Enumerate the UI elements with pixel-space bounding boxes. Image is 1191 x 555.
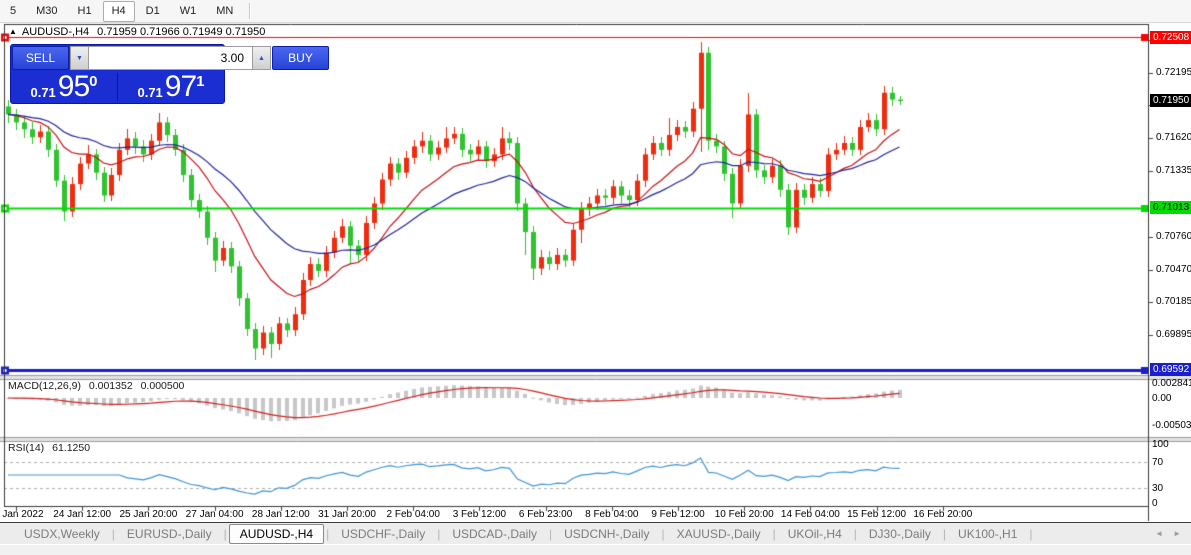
tab-separator: | [549,527,552,541]
tab-separator: | [854,527,857,541]
price-tick-label: 0.72195 [1156,67,1191,78]
symbol-tab-usdx[interactable]: USDX,Weekly [14,525,110,543]
chart-title: ▲ AUDUSD-,H4 0.71959 0.71966 0.71949 0.7… [9,26,265,38]
rsi-axis-label: 0 [1152,498,1158,509]
buy-price[interactable]: 0.71 97 1 [118,71,224,103]
price-tick-label: 0.70760 [1156,231,1191,242]
time-axis-label: 3 Feb 12:00 [453,509,506,520]
rsi-label-row: RSI(14) 61.1250 [8,442,95,454]
tabs-scroll-right-icon[interactable]: ► [1173,529,1181,538]
macd-axis-label: 0.002841 [1152,378,1191,389]
sell-price[interactable]: 0.71 95 0 [11,71,117,103]
timeframe-button-h4[interactable]: H4 [103,1,135,22]
time-axis-label: 27 Jan 04:00 [186,509,244,520]
time-axis-label: 8 Feb 04:00 [585,509,638,520]
price-badge: 0.71013 [1150,201,1191,214]
time-axis-label: 10 Feb 20:00 [715,509,774,520]
symbol-tab-dj30[interactable]: DJ30-,Daily [859,525,941,543]
tab-separator: | [943,527,946,541]
rsi-axis-label: 70 [1152,457,1163,468]
symbol-tab-usdcnh[interactable]: USDCNH-,Daily [554,525,659,543]
buy-price-pip: 1 [196,76,204,88]
volume-increase-button[interactable]: ▲ [252,46,271,70]
buy-price-prefix: 0.71 [137,85,162,100]
time-axis-label: 28 Jan 12:00 [252,509,310,520]
rsi-axis-label: 30 [1152,483,1163,494]
tab-separator: | [1029,527,1032,541]
one-click-trade-panel: SELL ▼ ▲ BUY 0.71 95 0 0.71 97 1 [10,44,225,104]
tab-separator: | [326,527,329,541]
symbol-tab-usdchf[interactable]: USDCHF-,Daily [331,525,435,543]
time-axis-label: 31 Jan 20:00 [318,509,376,520]
mt4-terminal-window: { "toolbar": { "timeframes": ["5", "M30"… [0,0,1191,555]
time-axis-label: 6 Feb 23:00 [519,509,572,520]
sell-price-big: 95 [58,74,89,100]
symbol-tab-audusd[interactable]: AUDUSD-,H4 [229,524,324,544]
macd-signal-value: 0.000500 [141,380,185,392]
price-badge: 0.69592 [1150,363,1191,376]
volume-input[interactable] [89,46,252,70]
rsi-value: 61.1250 [52,442,90,454]
time-axis-label: 2 Feb 04:00 [387,509,440,520]
status-strip [0,544,1191,555]
symbol-tab-xauusd[interactable]: XAUUSD-,Daily [667,525,771,543]
toolbar-separator [249,3,251,19]
price-tick-label: 0.71335 [1156,165,1191,176]
macd-axis-label: -0.005032 [1152,420,1191,431]
tabs-scroll-left-icon[interactable]: ◄ [1155,529,1163,538]
timeframe-button-d1[interactable]: D1 [137,1,169,22]
time-axis-label: 25 Jan 20:00 [119,509,177,520]
rsi-name: RSI(14) [8,442,44,454]
sell-button[interactable]: SELL [12,46,69,70]
price-badge: 0.71950 [1150,94,1191,107]
sell-price-pip: 0 [89,76,97,88]
price-tick-label: 0.71620 [1156,132,1191,143]
tab-separator: | [224,527,227,541]
timeframe-button-h1[interactable]: H1 [69,1,101,22]
time-axis-label: 15 Feb 12:00 [847,509,906,520]
rsi-axis-label: 100 [1152,439,1169,450]
price-badge: 0.72508 [1150,31,1191,44]
symbol-tab-bar: USDX,Weekly|EURUSD-,Daily|AUDUSD-,H4|USD… [0,522,1191,544]
buy-price-big: 97 [165,74,196,100]
chart-ohlc-values: 0.71959 0.71966 0.71949 0.71950 [97,26,265,38]
macd-name: MACD(12,26,9) [8,380,81,392]
time-axis-label: 21 Jan 2022 [0,509,44,520]
chart-symbol: AUDUSD-,H4 [22,26,89,38]
symbol-tab-eurusd[interactable]: EURUSD-,Daily [117,525,222,543]
tab-separator: | [112,527,115,541]
price-tick-label: 0.70185 [1156,296,1191,307]
timeframe-button-mn[interactable]: MN [207,1,242,22]
buy-button[interactable]: BUY [272,46,329,70]
timeframe-button-m30[interactable]: M30 [27,1,66,22]
chart-marker-icon: ▲ [9,27,17,37]
trade-panel-prices: 0.71 95 0 0.71 97 1 [11,71,224,103]
volume-decrease-button[interactable]: ▼ [70,46,89,70]
macd-axis-label: 0.00 [1152,393,1171,404]
tab-separator: | [437,527,440,541]
sell-price-prefix: 0.71 [30,85,55,100]
macd-value: 0.001352 [89,380,133,392]
time-axis-label: 24 Jan 12:00 [53,509,111,520]
time-axis-label: 9 Feb 12:00 [651,509,704,520]
timeframe-button-w1[interactable]: W1 [171,1,206,22]
price-tick-label: 0.69895 [1156,329,1191,340]
trade-panel-controls: SELL ▼ ▲ BUY [11,45,224,71]
time-axis-label: 16 Feb 20:00 [913,509,972,520]
tab-separator: | [773,527,776,541]
symbol-tab-usdcad[interactable]: USDCAD-,Daily [442,525,547,543]
symbol-tab-ukoil[interactable]: UKOil-,H4 [778,525,852,543]
symbol-tab-uk100[interactable]: UK100-,H1 [948,525,1027,543]
macd-label-row: MACD(12,26,9) 0.001352 0.000500 [8,380,189,392]
time-axis-label: 14 Feb 04:00 [781,509,840,520]
timeframe-toolbar: 5M30H1H4D1W1MN [0,0,1191,23]
timeframe-button-5[interactable]: 5 [1,1,25,22]
tab-separator: | [661,527,664,541]
price-tick-label: 0.70470 [1156,264,1191,275]
